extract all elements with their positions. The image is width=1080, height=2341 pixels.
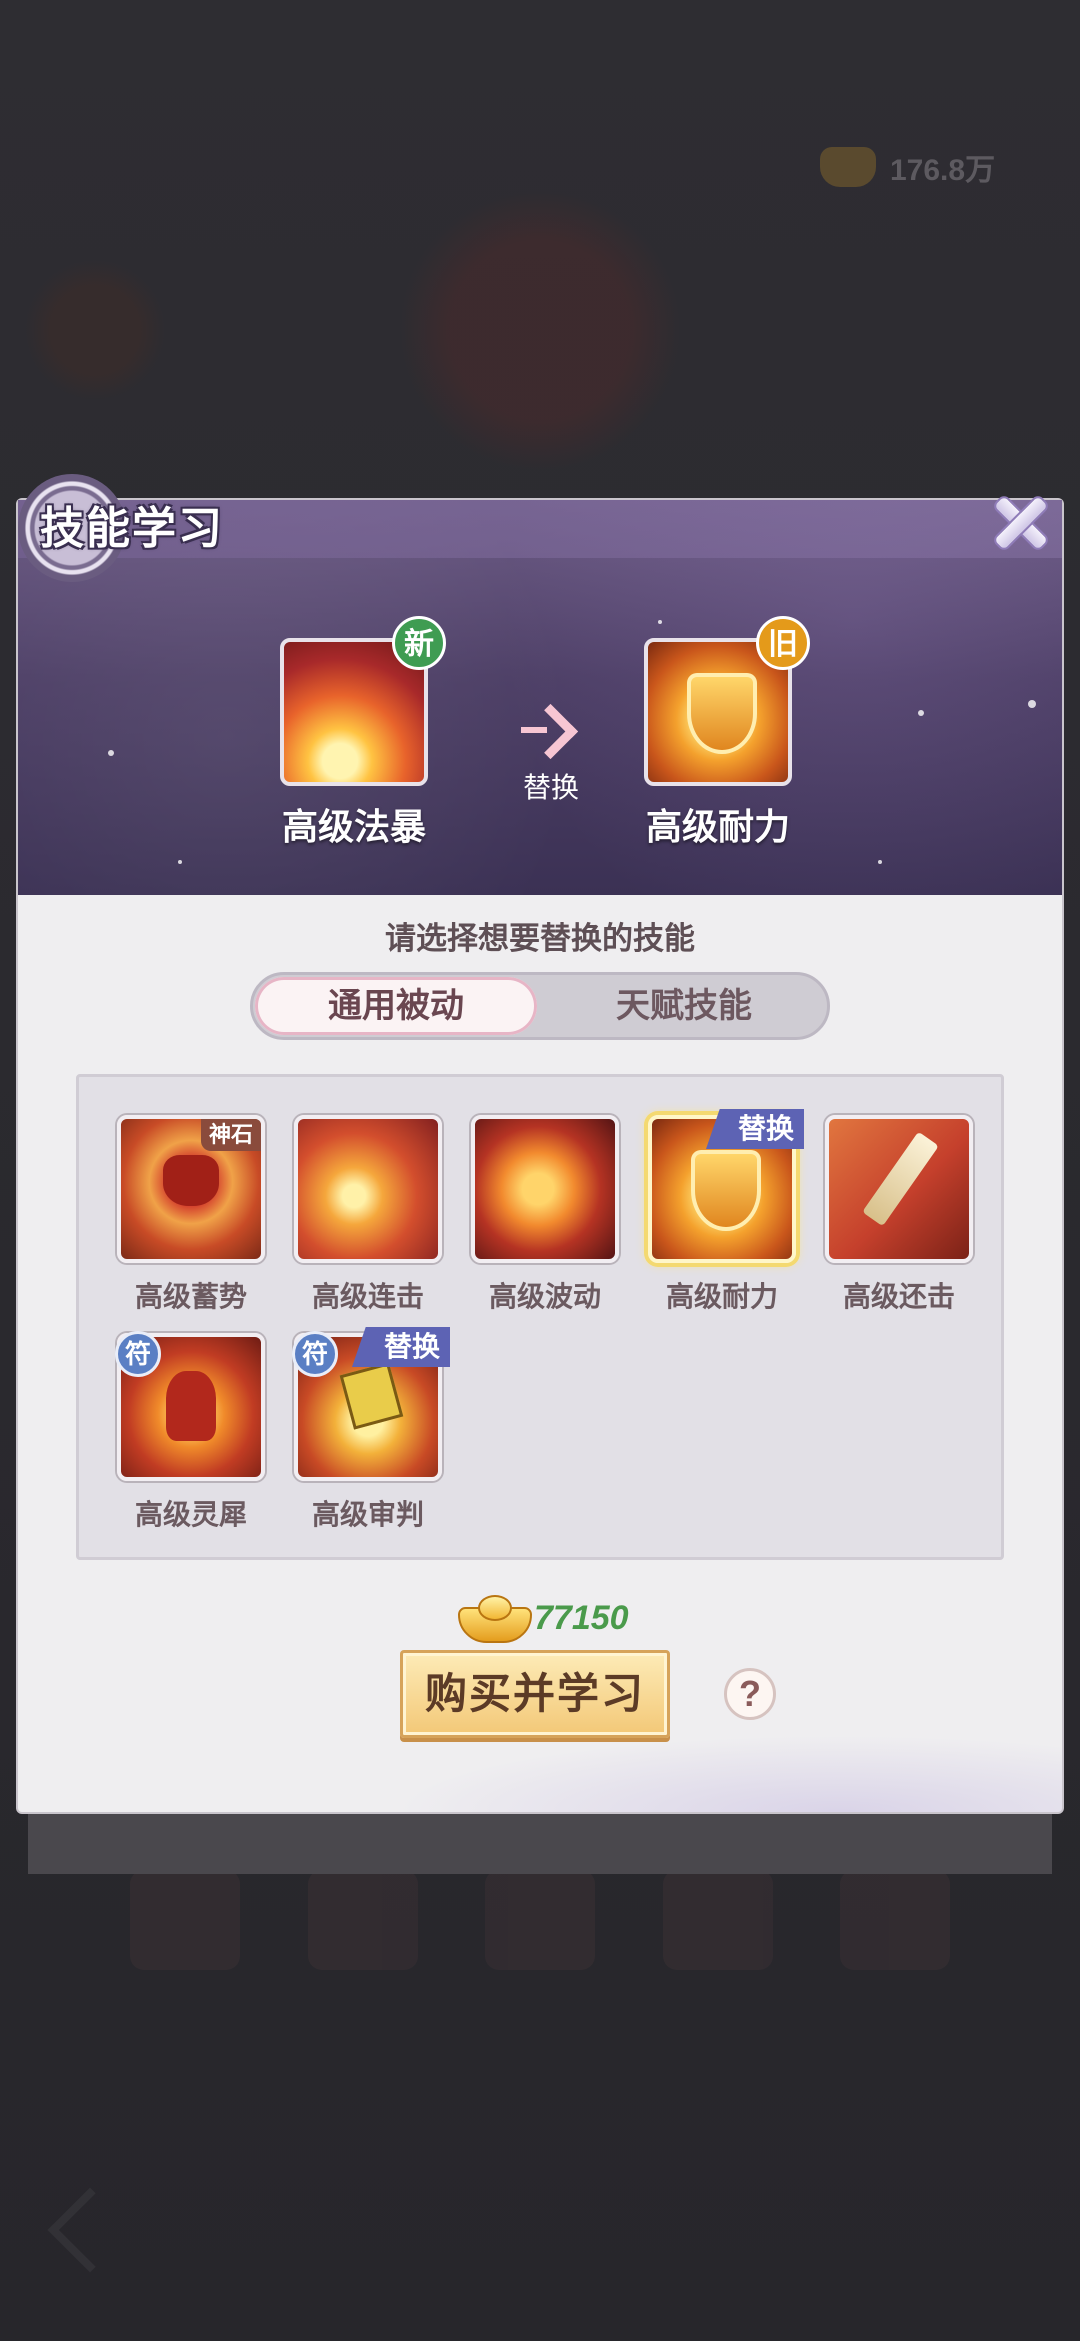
skill-learn-dialog: 新 高级法暴 替换 旧 高级耐力 技能学习 请选择想要替换的技能 通用被动 天赋… bbox=[18, 474, 1062, 1812]
skill-type-tabs: 通用被动 天赋技能 bbox=[250, 972, 830, 1040]
cat-icon: 神石 bbox=[117, 1115, 265, 1263]
dialog-header: 新 高级法暴 替换 旧 高级耐力 bbox=[18, 500, 1062, 895]
skill-label: 高级审判 bbox=[311, 1499, 424, 1530]
skill-label: 高级蓄势 bbox=[134, 1281, 247, 1312]
skill-item-advanced-charge[interactable]: 神石 高级蓄势 bbox=[117, 1115, 265, 1315]
swap-badge: 替换 bbox=[706, 1109, 804, 1149]
old-tag: 旧 bbox=[756, 616, 810, 670]
background-currency: 176.8万 bbox=[820, 142, 1020, 192]
skill-item-advanced-combo[interactable]: 高级连击 bbox=[294, 1115, 442, 1315]
skill-item-advanced-spirit[interactable]: 符 高级灵犀 bbox=[115, 1331, 265, 1533]
close-button[interactable] bbox=[984, 486, 1054, 556]
dialog-shadow bbox=[28, 1812, 1052, 1874]
skill-item-advanced-judgement[interactable]: 符 替换 高级审判 bbox=[292, 1327, 450, 1533]
swap-indicator: 替换 bbox=[496, 700, 606, 806]
dialog-title: 技能学习 bbox=[40, 504, 224, 553]
skill-label: 高级还击 bbox=[842, 1281, 955, 1312]
sword-icon bbox=[825, 1115, 973, 1263]
price: 77150 bbox=[458, 1590, 629, 1646]
rune-badge: 符 bbox=[292, 1331, 338, 1377]
skill-label: 高级灵犀 bbox=[134, 1499, 247, 1530]
new-skill: 新 高级法暴 bbox=[254, 616, 454, 850]
rune-badge: 符 bbox=[115, 1331, 161, 1377]
skill-item-advanced-wave[interactable]: 高级波动 bbox=[471, 1115, 619, 1315]
wave-icon bbox=[471, 1115, 619, 1263]
swap-label: 替换 bbox=[522, 772, 579, 803]
new-tag: 新 bbox=[392, 616, 446, 670]
background-currency-amount: 176.8万 bbox=[890, 154, 996, 187]
tab-general-passive[interactable]: 通用被动 bbox=[255, 977, 537, 1035]
skill-label: 高级波动 bbox=[488, 1281, 601, 1312]
skill-item-advanced-counter[interactable]: 高级还击 bbox=[825, 1115, 973, 1315]
combo-icon bbox=[294, 1115, 442, 1263]
gold-ingot-icon bbox=[458, 1593, 532, 1643]
arrow-right-icon bbox=[521, 700, 581, 760]
footer-decoration bbox=[318, 1722, 1062, 1812]
swap-badge: 替换 bbox=[352, 1327, 450, 1367]
background-skill-row bbox=[130, 1870, 950, 1970]
old-skill: 旧 高级耐力 bbox=[618, 616, 818, 850]
gold-ingot-icon bbox=[820, 147, 876, 187]
select-prompt: 请选择想要替换的技能 bbox=[385, 921, 695, 956]
skill-label: 高级连击 bbox=[311, 1281, 424, 1312]
skill-item-advanced-endurance[interactable]: 替换 高级耐力 bbox=[648, 1109, 804, 1315]
old-skill-name: 高级耐力 bbox=[645, 806, 790, 847]
skill-grid: 神石 高级蓄势 高级连击 高级波动 替换 高级耐力 高级还击 符 高级灵犀 符 … bbox=[76, 1074, 1004, 1560]
tab-talent-skills[interactable]: 天赋技能 bbox=[543, 977, 825, 1035]
price-value: 77150 bbox=[534, 1598, 629, 1637]
divine-stone-badge: 神石 bbox=[200, 1119, 261, 1151]
help-button[interactable]: ? bbox=[724, 1668, 776, 1720]
skill-label: 高级耐力 bbox=[665, 1281, 778, 1312]
new-skill-name: 高级法暴 bbox=[281, 806, 426, 847]
